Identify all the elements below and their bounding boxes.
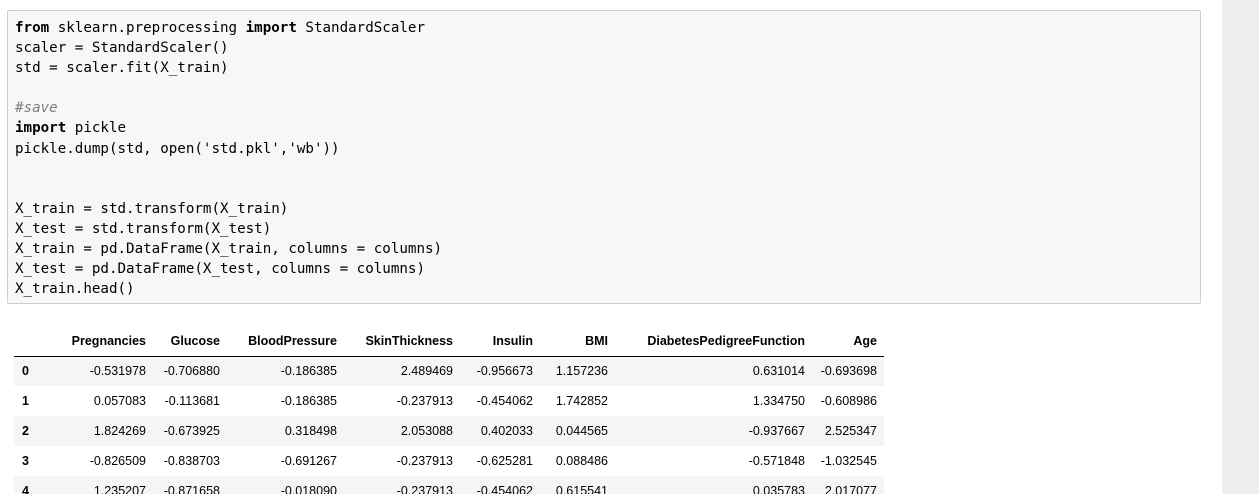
table-cell: -0.956673 — [476, 364, 533, 379]
code-text: StandardScaler — [296, 20, 426, 36]
table-cell: -0.673925 — [163, 424, 220, 438]
index-header — [14, 326, 46, 357]
table-cell: 1.157236 — [555, 364, 608, 379]
output-area: Pregnancies Glucose BloodPressure SkinThick… — [14, 326, 884, 494]
table-row: 3 -0.826509 -0.838703 -0.691267 -0.237913 -0.… — [14, 446, 884, 476]
table-cell: 2.489469 — [400, 364, 453, 379]
code-text: X_test = pd.DataFrame(X_test, columns = … — [15, 261, 425, 278]
code-text: pickle — [66, 120, 127, 137]
row-index: 0 — [22, 364, 29, 379]
table-cell: 2.017077 — [824, 484, 877, 494]
table-cell: -0.454062 — [476, 394, 533, 408]
column-header: SkinThickness — [344, 326, 460, 357]
table-cell: -0.531978 — [89, 364, 146, 379]
column-header: Age — [812, 326, 884, 357]
table-cell: -0.237913 — [396, 394, 453, 408]
code-line: from sklearn.preprocessing import Standa… — [15, 18, 1193, 38]
code-text: scaler = StandardScaler() — [15, 40, 229, 57]
table-cell: -0.237913 — [396, 484, 453, 494]
table-row: 1 0.057083 -0.113681 -0.186385 -0.237913 -0.4… — [14, 386, 884, 416]
column-header: BMI — [540, 326, 615, 357]
code-line: #save — [15, 98, 1193, 118]
table-cell: 0.035783 — [752, 484, 805, 494]
table-cell: -0.454062 — [476, 484, 533, 494]
table-cell: 2.525347 — [824, 424, 877, 438]
column-header: DiabetesPedigreeFunction — [615, 326, 812, 357]
row-index: 1 — [22, 394, 29, 408]
table-cell: -0.186385 — [280, 394, 337, 408]
code-keyword: from — [15, 20, 50, 36]
code-line: std = scaler.fit(X_train) — [15, 58, 1193, 78]
column-header: Glucose — [153, 326, 227, 357]
table-cell: 1.824269 — [93, 424, 146, 438]
code-text: X_test = std.transform(X_test) — [15, 220, 272, 237]
column-header: BloodPressure — [227, 326, 344, 357]
code-text: pickle.dump(std, open('std.pkl','wb')) — [15, 140, 340, 157]
table-cell: -0.706880 — [163, 364, 220, 379]
code-keyword: import — [245, 20, 297, 36]
code-line: pickle.dump(std, open('std.pkl','wb')) — [15, 139, 1193, 159]
table-cell: -0.693698 — [820, 364, 877, 379]
table-cell: 1.742852 — [555, 394, 608, 408]
table-row: 2 1.824269 -0.673925 0.318498 2.053088 0.4020… — [14, 416, 884, 446]
table-cell: -0.691267 — [280, 454, 337, 468]
table-cell: 0.057083 — [93, 394, 146, 408]
table-row: 4 1.235207 -0.871658 -0.018090 -0.237913 -0.4… — [14, 476, 884, 494]
table-cell: 0.044565 — [555, 424, 608, 438]
table-cell: -0.937667 — [748, 424, 805, 438]
table-cell: -0.186385 — [280, 364, 337, 379]
code-input-cell[interactable]: from sklearn.preprocessing import Standa… — [7, 10, 1201, 304]
table-cell: -1.032545 — [820, 454, 877, 468]
table-cell: 0.631014 — [752, 364, 805, 379]
code-line: X_test = std.transform(X_test) — [15, 219, 1193, 239]
code-line: X_train = pd.DataFrame(X_train, columns … — [15, 239, 1193, 259]
table-cell: 0.318498 — [284, 424, 337, 438]
dataframe-output-table: Pregnancies Glucose BloodPressure SkinThick… — [14, 326, 884, 494]
code-line: X_train.head() — [15, 279, 1193, 299]
code-comment: #save — [15, 100, 58, 117]
row-index: 3 — [22, 454, 29, 468]
code-text: X_train.head() — [15, 281, 135, 298]
table-cell: 0.088486 — [555, 454, 608, 468]
code-line: scaler = StandardScaler() — [15, 38, 1193, 58]
table-cell: -0.625281 — [476, 454, 533, 468]
code-text: std = scaler.fit(X_train) — [15, 60, 229, 77]
code-keyword: import — [15, 120, 67, 137]
column-header: Pregnancies — [46, 326, 153, 357]
code-text: X_train = std.transform(X_train) — [15, 200, 289, 217]
right-scroll-gutter — [1222, 0, 1259, 494]
table-cell: -0.608986 — [820, 394, 877, 408]
row-index: 4 — [22, 484, 29, 494]
table-cell: -0.871658 — [163, 484, 220, 494]
table-cell: 0.615541 — [555, 484, 608, 494]
code-line: X_train = std.transform(X_train) — [15, 199, 1193, 219]
table-cell: 2.053088 — [400, 424, 453, 438]
table-cell: -0.571848 — [748, 454, 805, 468]
table-cell: -0.838703 — [163, 454, 220, 468]
table-cell: 0.402033 — [480, 424, 533, 438]
table-row: 0 -0.531978 -0.706880 -0.186385 2.489469 -0.9… — [14, 356, 884, 386]
code-text: X_train = pd.DataFrame(X_train, columns … — [15, 241, 443, 258]
table-cell: -0.237913 — [396, 454, 453, 468]
code-line: import pickle — [15, 118, 1193, 138]
table-cell: 1.334750 — [752, 394, 805, 408]
table-cell: -0.826509 — [89, 454, 146, 468]
table-cell: -0.113681 — [164, 394, 220, 408]
column-header: Insulin — [460, 326, 540, 357]
row-index: 2 — [22, 424, 29, 438]
code-text: sklearn.preprocessing — [49, 20, 246, 36]
code-line: X_test = pd.DataFrame(X_test, columns = … — [15, 259, 1193, 279]
table-cell: -0.018090 — [280, 484, 337, 494]
table-body: 0 -0.531978 -0.706880 -0.186385 2.489469 -0.9… — [14, 356, 884, 494]
table-cell: 1.235207 — [93, 484, 146, 494]
table-header-row: Pregnancies Glucose BloodPressure SkinThick… — [14, 326, 884, 357]
